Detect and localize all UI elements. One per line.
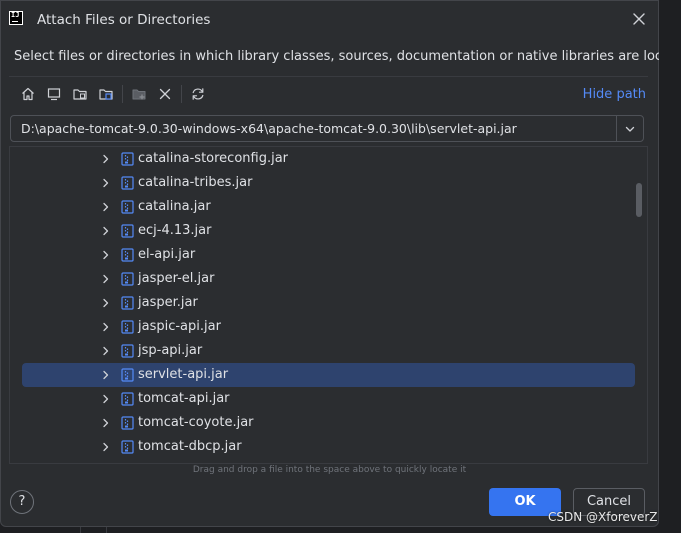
path-input[interactable]: D:\apache-tomcat-9.0.30-windows-x64\apac…: [11, 116, 617, 141]
watermark: CSDN @XforeverZ: [548, 510, 658, 524]
tree-item[interactable]: tomcat-dbcp.jar: [22, 435, 635, 459]
divider: [80, 527, 81, 533]
divider: [106, 527, 107, 533]
file-tree[interactable]: catalina-storeconfig.jar catalina-tribes.…: [9, 146, 648, 464]
chevron-right-icon[interactable]: [101, 250, 111, 260]
jar-file-icon: [121, 224, 134, 238]
tree-item[interactable]: tomcat-coyote.jar: [22, 411, 635, 435]
chevron-down-icon: [625, 126, 635, 132]
tree-item[interactable]: jasper-el.jar: [22, 267, 635, 291]
chevron-right-icon[interactable]: [101, 322, 111, 332]
intellij-logo-icon: IJ: [9, 11, 23, 25]
jar-file-icon: [121, 320, 134, 334]
close-icon: [633, 13, 645, 25]
dialog-titlebar: IJ Attach Files or Directories: [1, 1, 658, 39]
project-folder-button[interactable]: [69, 83, 91, 105]
tree-item-label: catalina-tribes.jar: [138, 175, 253, 190]
home-icon: [22, 87, 34, 101]
tree-item-label: catalina-storeconfig.jar: [138, 151, 289, 166]
dialog-description: Select files or directories in which lib…: [14, 49, 681, 64]
close-button[interactable]: [630, 10, 648, 28]
jar-file-icon: [121, 344, 134, 358]
chevron-right-icon[interactable]: [101, 298, 111, 308]
chevron-right-icon[interactable]: [101, 226, 111, 236]
attach-files-dialog: IJ Attach Files or Directories Select fi…: [0, 0, 681, 527]
chevron-right-icon[interactable]: [101, 442, 111, 452]
desktop-icon: [47, 88, 61, 101]
tree-item[interactable]: servlet-api.jar: [22, 363, 635, 387]
jar-file-icon: [121, 176, 134, 190]
jar-file-icon: [121, 272, 134, 286]
tree-item-label: tomcat-api.jar: [138, 391, 230, 406]
divider: [9, 76, 648, 77]
tree-item[interactable]: catalina-tribes.jar: [22, 171, 635, 195]
jar-file-icon: [121, 248, 134, 262]
tree-item[interactable]: el-api.jar: [22, 243, 635, 267]
jar-file-icon: [121, 416, 134, 430]
jar-file-icon: [121, 152, 134, 166]
tree-item-label: jasper.jar: [138, 295, 198, 310]
refresh-button[interactable]: [187, 83, 209, 105]
tree-item[interactable]: catalina.jar: [22, 195, 635, 219]
tree-item[interactable]: jasper.jar: [22, 291, 635, 315]
chevron-right-icon[interactable]: [101, 178, 111, 188]
tree-item-label: jasper-el.jar: [138, 271, 215, 286]
tree-item[interactable]: catalina-storeconfig.jar: [22, 147, 635, 171]
background-ide-bottom: [0, 527, 681, 533]
path-dropdown-button[interactable]: [616, 116, 643, 141]
tree-item[interactable]: jaspic-api.jar: [22, 315, 635, 339]
jar-file-icon: [121, 200, 134, 214]
tree-item-label: servlet-api.jar: [138, 367, 229, 382]
chevron-right-icon[interactable]: [101, 154, 111, 164]
background-ide-area: [659, 0, 681, 533]
home-button[interactable]: [17, 83, 39, 105]
hide-path-link[interactable]: Hide path: [583, 87, 646, 102]
tree-item-label: tomcat-dbcp.jar: [138, 439, 242, 454]
chevron-right-icon[interactable]: [101, 346, 111, 356]
tree-item[interactable]: ecj-4.13.jar: [22, 219, 635, 243]
toolbar-separator: [122, 85, 123, 103]
tree-item-label: jaspic-api.jar: [138, 319, 221, 334]
desktop-button[interactable]: [43, 83, 65, 105]
delete-button[interactable]: [154, 83, 176, 105]
chevron-right-icon[interactable]: [101, 418, 111, 428]
new-folder-button[interactable]: [128, 83, 150, 105]
jar-file-icon: [121, 296, 134, 310]
jar-file-icon: [121, 368, 134, 382]
tree-item-label: catalina.jar: [138, 199, 211, 214]
dialog-title: Attach Files or Directories: [37, 12, 211, 28]
project-folder-icon: [73, 89, 87, 100]
tree-item-label: tomcat-coyote.jar: [138, 415, 254, 430]
tree-item-label: jsp-api.jar: [138, 343, 203, 358]
jar-file-icon: [121, 440, 134, 454]
refresh-icon: [192, 88, 204, 100]
tree-item-label: el-api.jar: [138, 247, 196, 262]
jar-file-icon: [121, 392, 134, 406]
file-chooser-toolbar: [17, 83, 213, 105]
drag-drop-hint: Drag and drop a file into the space abov…: [192, 465, 467, 475]
module-folder-icon: [99, 89, 113, 100]
chevron-right-icon[interactable]: [101, 202, 111, 212]
tree-item[interactable]: jsp-api.jar: [22, 339, 635, 363]
help-button[interactable]: ?: [10, 490, 34, 514]
chevron-right-icon[interactable]: [101, 394, 111, 404]
new-folder-icon: [132, 89, 146, 100]
delete-icon: [159, 88, 171, 100]
toolbar-separator: [181, 85, 182, 103]
vertical-scrollbar-thumb[interactable]: [636, 183, 642, 217]
module-folder-button[interactable]: [95, 83, 117, 105]
tree-item[interactable]: tomcat-api.jar: [22, 387, 635, 411]
path-combobox[interactable]: D:\apache-tomcat-9.0.30-windows-x64\apac…: [10, 115, 644, 142]
tree-item-label: ecj-4.13.jar: [138, 223, 212, 238]
chevron-right-icon[interactable]: [101, 274, 111, 284]
chevron-right-icon[interactable]: [101, 370, 111, 380]
